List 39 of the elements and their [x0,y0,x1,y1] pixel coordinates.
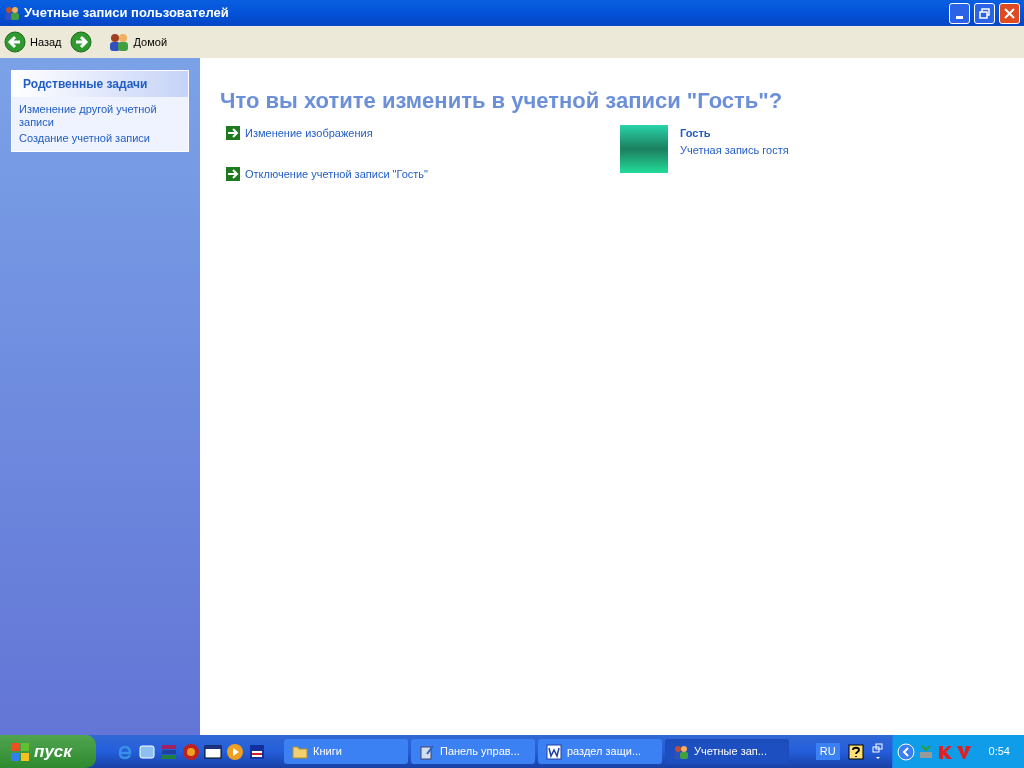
language-indicator[interactable]: RU [815,743,840,760]
users-icon [107,32,130,52]
restore-icon [979,7,990,19]
arrow-right-icon [226,126,240,141]
task-link[interactable]: Изменение другой учетной записи [19,103,181,129]
close-icon [1004,7,1015,19]
start-button[interactable]: пуск [0,735,96,768]
windows-logo-icon [10,741,30,762]
close-button[interactable] [999,2,1020,24]
task-link[interactable]: Отключение учетной записи "Гость" [245,165,428,182]
task-link[interactable]: Создание учетной записи [19,132,181,145]
document-icon [546,743,562,760]
taskbar-window-button[interactable]: раздел защи... [538,739,662,764]
back-button[interactable]: Назад [4,31,62,53]
taskbar-window-button[interactable]: Книги [284,739,408,764]
task-link[interactable]: Изменение изображения [245,125,373,142]
account-description: Учетная запись гостя [680,142,789,158]
minimize-button[interactable] [949,2,970,24]
help-icon[interactable] [847,743,864,760]
arrow-right-icon [226,166,240,181]
forward-button[interactable] [69,31,92,53]
taskbar-window-button[interactable]: Панель управ... [411,739,535,764]
restore-button[interactable] [974,2,995,24]
taskbar-window-button[interactable]: Учетные зап... [665,739,789,764]
window-icon[interactable] [204,742,222,761]
player-icon[interactable] [226,742,244,761]
account-picture [620,125,668,173]
restore-windows-icon[interactable] [871,742,884,761]
chevron-left-icon[interactable] [896,742,915,761]
clock: 0:54 [988,744,1010,760]
page-heading: Что вы хотите изменить в учетной записи "Гость"? [220,87,784,115]
task-card-title: Родственные задачи [12,71,188,97]
users-icon [673,743,689,760]
folder-icon [292,744,308,759]
account-name: Гость [680,126,712,141]
users-icon [4,5,20,21]
control-panel-icon [419,743,435,760]
home-button[interactable]: Домой [107,32,168,52]
window-title: Учетные записи пользователей [24,4,230,23]
